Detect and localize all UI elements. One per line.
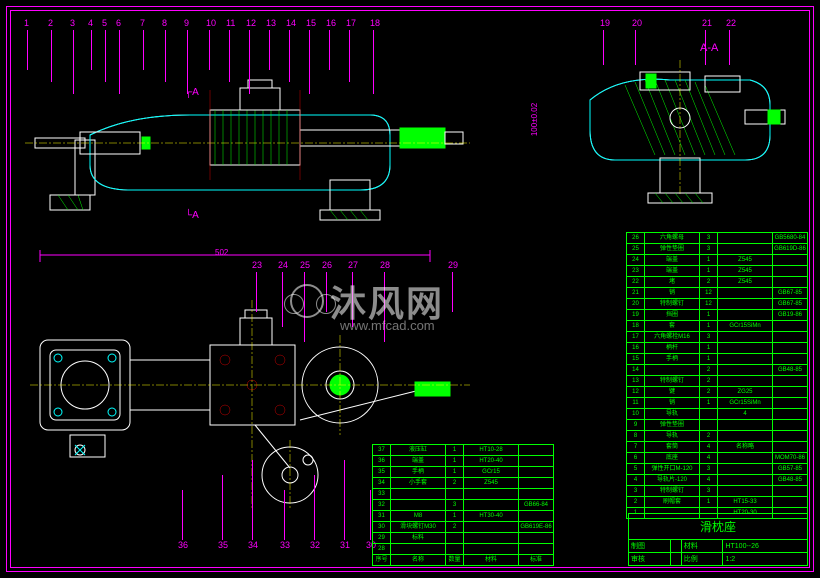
leader-26: 26 [322,260,332,270]
leader-35: 35 [218,540,228,550]
leader-20: 20 [632,18,642,28]
leader-23: 23 [252,260,262,270]
leader-21: 21 [702,18,712,28]
leader-14: 14 [286,18,296,28]
svg-text:└A: └A [185,208,199,221]
leader-1: 1 [24,18,29,28]
leader-13: 13 [266,18,276,28]
leader-19: 19 [600,18,610,28]
leader-17: 17 [346,18,356,28]
leader-2: 2 [48,18,53,28]
leader-27: 27 [348,260,358,270]
leader-29: 29 [448,260,458,270]
leader-7: 7 [140,18,145,28]
titleblk-scale: 1:2 [723,553,808,566]
leader-33: 33 [280,540,290,550]
leader-11: 11 [226,18,235,28]
leader-15: 15 [306,18,316,28]
leader-36: 36 [178,540,188,550]
leader-12: 12 [246,18,256,28]
front-elevation-view: ┌A └A [20,40,560,235]
leader-32: 32 [310,540,320,550]
title-block: 滑枕座 制图 材料 HT100--26 审核 比例 1:2 [628,513,808,566]
leader-3: 3 [70,18,75,28]
leader-9: 9 [184,18,189,28]
section-aa-view [570,40,795,230]
titleblk-chk-lbl: 审核 [629,553,671,566]
leader-24: 24 [278,260,288,270]
leader-6: 6 [116,18,121,28]
leader-18: 18 [370,18,380,28]
leader-25: 25 [300,260,310,270]
leader-16: 16 [326,18,336,28]
titleblk-proj-lbl: 制图 [629,540,671,553]
leader-8: 8 [162,18,167,28]
leader-5: 5 [102,18,107,28]
leader-4: 4 [88,18,93,28]
leader-10: 10 [206,18,216,28]
dimension-height: 100±0.02 [530,103,539,136]
leader-31: 31 [340,540,350,550]
bom-table-left: 37液压缸1HT10-2836端盖1HT20-4035手柄1GCr1534小手套… [372,444,554,566]
leader-22: 22 [726,18,736,28]
titleblk-mat-lbl: 材料 [681,540,723,553]
bom-table-right: 26六角螺母3GB5680-8425弹性垫圈3GB619D-8624端盖1Z54… [626,232,808,519]
titleblk-scale-lbl: 比例 [681,553,723,566]
titleblk-material: HT100--26 [723,540,808,553]
leader-28: 28 [380,260,390,270]
drawing-title: 滑枕座 [629,514,808,540]
leader-34: 34 [248,540,258,550]
dimension-width: 502 [215,248,228,257]
